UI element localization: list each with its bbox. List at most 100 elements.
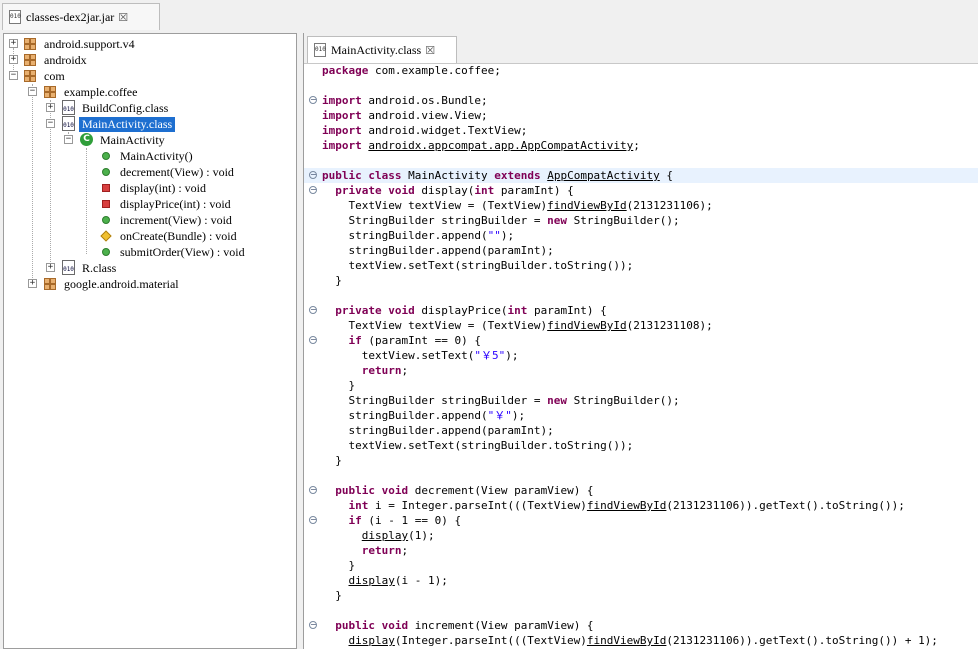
collapse-icon[interactable]: − (9, 71, 18, 80)
fold-toggle-icon[interactable]: − (309, 621, 317, 629)
public-method-icon (102, 152, 110, 160)
code-line[interactable]: import android.view.View; (304, 108, 978, 123)
code-line[interactable]: stringBuilder.append(paramInt); (304, 243, 978, 258)
tree-item-androidx[interactable]: + androidx (4, 52, 294, 68)
code-line-text: import android.view.View; (322, 109, 488, 122)
code-line[interactable]: − private void displayPrice(int paramInt… (304, 303, 978, 318)
fold-toggle-icon[interactable]: − (309, 486, 317, 494)
fold-toggle-icon[interactable]: − (309, 336, 317, 344)
collapse-icon[interactable]: − (28, 87, 37, 96)
fold-toggle-icon[interactable]: − (309, 516, 317, 524)
fold-toggle-icon[interactable]: − (309, 186, 317, 194)
code-line[interactable] (304, 603, 978, 618)
code-line[interactable]: display(i - 1); (304, 573, 978, 588)
code-line[interactable]: StringBuilder stringBuilder = new String… (304, 393, 978, 408)
code-line[interactable]: int i = Integer.parseInt(((TextView)find… (304, 498, 978, 513)
code-line[interactable]: } (304, 378, 978, 393)
tree-item-mainactivity-class[interactable]: − 010 MainActivity.class (4, 116, 294, 132)
tree-item-method[interactable]: decrement(View) : void (4, 164, 294, 180)
code-line[interactable]: − public void decrement(View paramView) … (304, 483, 978, 498)
package-tree[interactable]: + android.support.v4 + androidx − com − … (3, 33, 297, 649)
code-line-text: TextView textView = (TextView)findViewBy… (322, 199, 713, 212)
code-line[interactable] (304, 468, 978, 483)
code-line[interactable]: stringBuilder.append(""); (304, 228, 978, 243)
code-line[interactable]: } (304, 273, 978, 288)
code-line[interactable] (304, 153, 978, 168)
code-line[interactable] (304, 78, 978, 93)
code-line[interactable]: stringBuilder.append(paramInt); (304, 423, 978, 438)
code-line[interactable]: } (304, 588, 978, 603)
code-line[interactable]: TextView textView = (TextView)findViewBy… (304, 318, 978, 333)
code-line[interactable]: − if (i - 1 == 0) { (304, 513, 978, 528)
tree-item-label: MainActivity() (120, 148, 193, 163)
tree-item-com[interactable]: − com (4, 68, 294, 84)
code-line-text: display(i - 1); (348, 574, 448, 587)
code-line-text: } (322, 454, 342, 467)
code-line[interactable]: TextView textView = (TextView)findViewBy… (304, 198, 978, 213)
code-line[interactable]: − public class MainActivity extends AppCo… (304, 168, 978, 183)
collapse-icon[interactable]: − (46, 119, 55, 128)
code-line[interactable]: − private void display(int paramInt) { (304, 183, 978, 198)
code-line[interactable]: import androidx.appcompat.app.AppCompatA… (304, 138, 978, 153)
tree-item-method[interactable]: onCreate(Bundle) : void (4, 228, 294, 244)
code-line[interactable] (304, 288, 978, 303)
tree-item-android-support-v4[interactable]: + android.support.v4 (4, 36, 294, 52)
package-icon (24, 70, 36, 82)
expand-icon[interactable]: + (9, 39, 18, 48)
code-line[interactable]: textView.setText(stringBuilder.toString(… (304, 258, 978, 273)
code-line[interactable]: textView.setText(stringBuilder.toString(… (304, 438, 978, 453)
tree-item-google-android-material[interactable]: + google.android.material (4, 276, 294, 292)
tree-item-example-coffee[interactable]: − example.coffee (4, 84, 294, 100)
expand-icon[interactable]: + (9, 55, 18, 64)
code-line[interactable]: display(1); (304, 528, 978, 543)
tree-item-method[interactable]: display(int) : void (4, 180, 294, 196)
fold-toggle-icon[interactable]: − (309, 171, 317, 179)
jar-tab[interactable]: 010 classes-dex2jar.jar ☒ (2, 3, 160, 30)
tree-item-label: android.support.v4 (44, 36, 135, 51)
code-line[interactable]: } (304, 453, 978, 468)
expand-icon[interactable]: + (46, 263, 55, 272)
tree-item-method[interactable]: MainActivity() (4, 148, 294, 164)
code-line[interactable]: stringBuilder.append("￥"); (304, 408, 978, 423)
tree-item-method[interactable]: displayPrice(int) : void (4, 196, 294, 212)
expand-icon[interactable]: + (46, 103, 55, 112)
code-line[interactable]: StringBuilder stringBuilder = new String… (304, 213, 978, 228)
fold-toggle-icon[interactable]: − (309, 306, 317, 314)
code-line[interactable]: − public void increment(View paramView) … (304, 618, 978, 633)
editor-tab-label: MainActivity.class (331, 42, 422, 57)
fold-toggle-icon[interactable]: − (309, 96, 317, 104)
editor-tab-mainactivity[interactable]: 010 MainActivity.class ☒ (307, 36, 457, 63)
top-tab-strip: 010 classes-dex2jar.jar ☒ (0, 0, 978, 32)
tree-item-label: MainActivity.class (79, 116, 176, 132)
code-line[interactable]: import android.widget.TextView; (304, 123, 978, 138)
code-line-text: textView.setText(stringBuilder.toString(… (322, 259, 634, 272)
tree-item-buildconfig[interactable]: + 010 BuildConfig.class (4, 100, 294, 116)
tree-item-label: submitOrder(View) : void (120, 244, 245, 259)
code-line[interactable]: display(Integer.parseInt(((TextView)find… (304, 633, 978, 648)
collapse-icon[interactable]: − (64, 135, 73, 144)
tree-item-method[interactable]: increment(View) : void (4, 212, 294, 228)
tree-item-mainactivity-type[interactable]: − C MainActivity (4, 132, 294, 148)
close-icon[interactable]: ☒ (118, 11, 128, 24)
expand-icon[interactable]: + (28, 279, 37, 288)
tree-item-r-class[interactable]: + 010 R.class (4, 260, 294, 276)
code-line[interactable]: package com.example.coffee; (304, 65, 978, 78)
code-line[interactable]: return; (304, 363, 978, 378)
code-line-text: public class MainActivity extends AppCom… (322, 169, 674, 182)
code-line-text: public void decrement(View paramView) { (335, 484, 594, 497)
tree-item-method[interactable]: submitOrder(View) : void (4, 244, 294, 260)
code-line-text: return; (361, 544, 409, 557)
tree-item-label: com (44, 68, 65, 83)
code-line[interactable]: − if (paramInt == 0) { (304, 333, 978, 348)
close-icon[interactable]: ☒ (425, 44, 435, 57)
protected-method-icon (100, 230, 112, 242)
jar-tab-label: classes-dex2jar.jar (26, 9, 115, 24)
code-line[interactable]: } (304, 558, 978, 573)
code-area[interactable]: package com.example.coffee; − import andro… (304, 65, 978, 649)
code-line-text: stringBuilder.append(paramInt); (322, 244, 554, 257)
code-line[interactable]: return; (304, 543, 978, 558)
code-line[interactable]: textView.setText("￥5"); (304, 348, 978, 363)
code-line[interactable]: − import android.os.Bundle; (304, 93, 978, 108)
tree-item-label: increment(View) : void (120, 212, 232, 227)
editor-tab-bar: 010 MainActivity.class ☒ (304, 33, 978, 64)
